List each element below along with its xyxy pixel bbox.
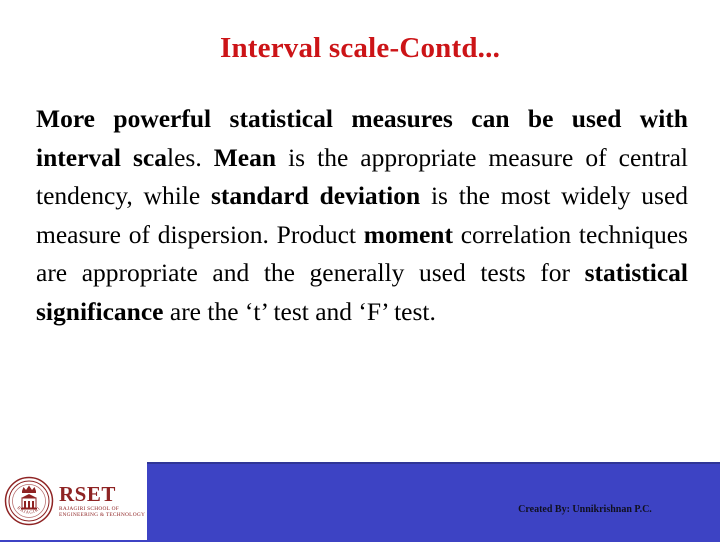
body-run: standard deviation xyxy=(211,181,421,210)
slide-canvas: Interval scale-Contd... More powerful st… xyxy=(0,0,720,542)
institution-logo: RAJAGIRI RSET RAJAGIRI SCHOOL OF ENGINEE… xyxy=(0,462,147,540)
rajagiri-seal-icon: RAJAGIRI xyxy=(4,476,54,526)
logo-subtitle-line2: ENGINEERING & TECHNOLOGY xyxy=(59,512,146,518)
logo-wordmark: RSET RAJAGIRI SCHOOL OF ENGINEERING & TE… xyxy=(59,481,146,519)
body-run: Mean xyxy=(213,142,277,172)
body-paragraph: More powerful statistical measures can b… xyxy=(36,100,688,331)
body-run: moment xyxy=(363,219,453,249)
body-run: les. xyxy=(167,142,214,172)
logo-name: RSET xyxy=(59,481,116,506)
body-run: are the ‘t’ test and ‘F’ test. xyxy=(163,296,436,326)
slide-body-text: More powerful statistical measures can b… xyxy=(36,100,688,331)
credit-text: Created By: Unnikrishnan P.C. xyxy=(518,504,652,515)
page-title: Interval scale-Contd... xyxy=(219,32,501,64)
